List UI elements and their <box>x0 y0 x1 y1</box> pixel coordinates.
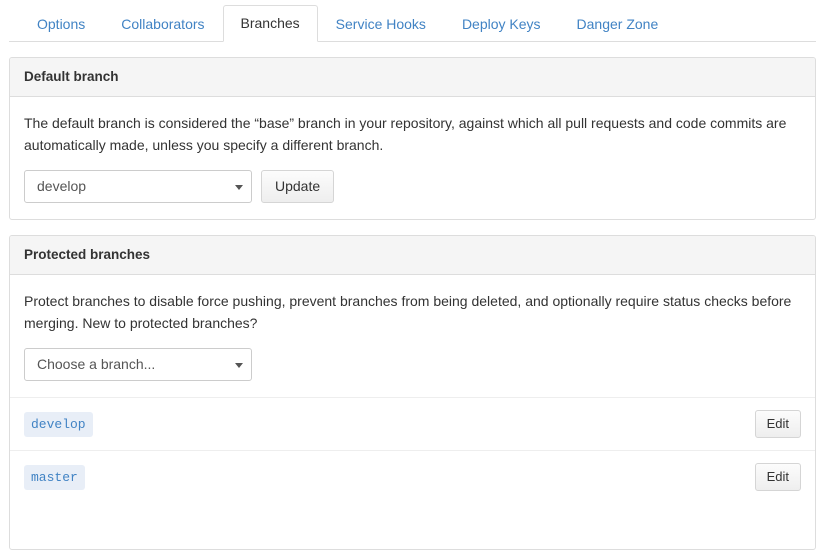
tab-branches[interactable]: Branches <box>222 5 318 42</box>
edit-branch-button[interactable]: Edit <box>754 463 801 491</box>
choose-branch-select[interactable]: Choose a branch... <box>24 348 252 381</box>
protected-branches-form-row: Choose a branch... <box>24 348 801 381</box>
protected-branch-list: develop Edit master Edit <box>10 397 815 503</box>
protected-branches-panel: Protected branches Protect branches to d… <box>9 235 816 550</box>
branch-name-badge: develop <box>24 411 93 437</box>
default-branch-panel-heading: Default branch <box>10 58 815 97</box>
protected-branches-title: Protected branches <box>24 247 151 262</box>
tab-danger-zone[interactable]: Danger Zone <box>559 6 677 42</box>
choose-branch-select-wrap: Choose a branch... <box>24 348 252 381</box>
default-branch-select[interactable]: develop <box>24 170 252 203</box>
list-item: develop Edit <box>10 397 815 450</box>
branch-name-badge: master <box>24 464 85 490</box>
settings-tabnav: Options Collaborators Branches Service H… <box>9 0 816 42</box>
protected-branches-panel-body: Protect branches to disable force pushin… <box>10 275 815 549</box>
default-branch-description: The default branch is considered the “ba… <box>24 115 787 153</box>
default-branch-title: Default branch <box>24 69 119 84</box>
protected-branches-panel-heading: Protected branches <box>10 236 815 275</box>
tab-service-hooks[interactable]: Service Hooks <box>318 6 444 42</box>
default-branch-form-row: develop Update <box>24 170 801 203</box>
tab-collaborators[interactable]: Collaborators <box>103 6 222 42</box>
tab-list: Options Collaborators Branches Service H… <box>19 0 816 42</box>
default-branch-panel-body: The default branch is considered the “ba… <box>10 97 815 219</box>
tab-options[interactable]: Options <box>19 6 103 42</box>
update-default-branch-button[interactable]: Update <box>261 170 335 203</box>
panel-bottom-spacer <box>24 503 801 533</box>
default-branch-select-wrap: develop <box>24 170 252 203</box>
default-branch-panel: Default branch The default branch is con… <box>9 57 816 220</box>
edit-branch-button[interactable]: Edit <box>754 410 801 438</box>
protected-branches-description: Protect branches to disable force pushin… <box>24 293 792 331</box>
tab-deploy-keys[interactable]: Deploy Keys <box>444 6 559 42</box>
list-item: master Edit <box>10 450 815 503</box>
